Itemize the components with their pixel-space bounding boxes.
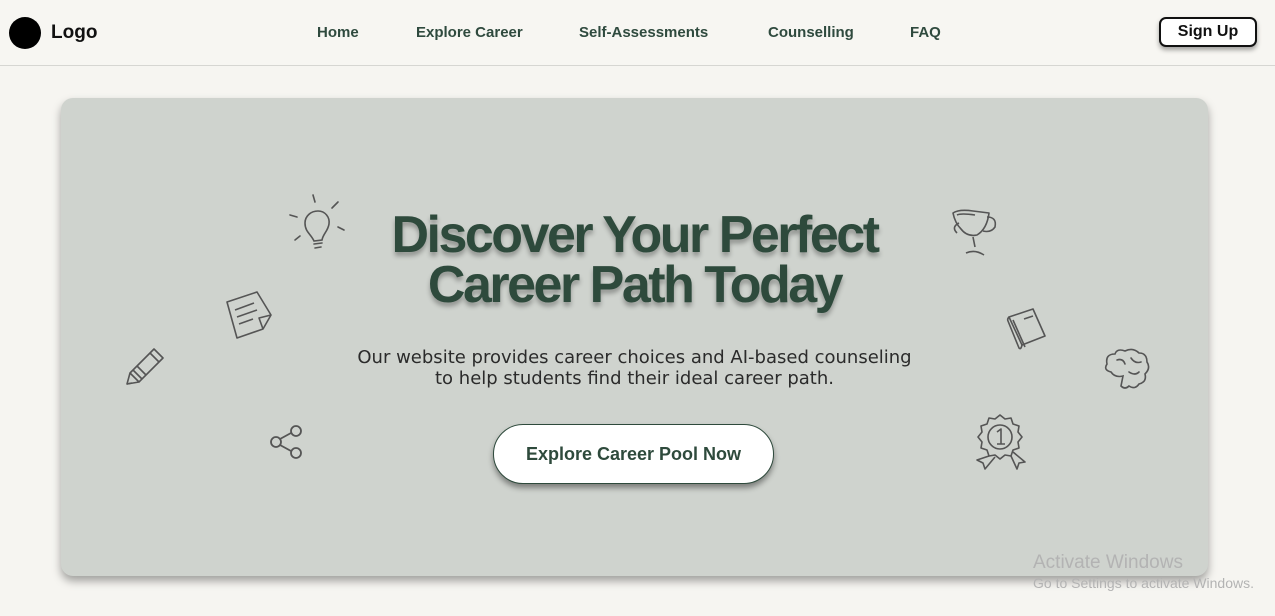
brain-icon <box>1101 346 1151 392</box>
logo-icon[interactable] <box>9 17 41 49</box>
lightbulb-icon <box>287 193 347 255</box>
logo-text[interactable]: Logo <box>51 22 97 44</box>
sign-up-button[interactable]: Sign Up <box>1159 17 1257 47</box>
nav-link-explore-career[interactable]: Explore Career <box>416 24 523 41</box>
hero-card: Discover Your Perfect Career Path Today … <box>61 98 1208 576</box>
trophy-icon <box>947 207 1003 261</box>
hero-subtitle: Our website provides career choices and … <box>61 347 1208 389</box>
pencil-icon <box>123 343 169 389</box>
explore-career-pool-button[interactable]: Explore Career Pool Now <box>493 424 774 484</box>
nav-link-self-assessments[interactable]: Self-Assessments <box>579 24 708 41</box>
watermark-title: Activate Windows <box>1033 552 1183 573</box>
hero-title-line1: Discover Your Perfect <box>391 206 880 264</box>
nav-link-home[interactable]: Home <box>317 24 359 41</box>
windows-activation-watermark: Activate Windows Go to Settings to activ… <box>1033 552 1254 592</box>
nav-link-faq[interactable]: FAQ <box>910 24 941 41</box>
hero-subtitle-line2: to help students find their ideal career… <box>435 368 834 389</box>
share-icon <box>268 423 306 461</box>
book-icon <box>1005 305 1049 351</box>
watermark-subtitle: Go to Settings to activate Windows. <box>1033 575 1254 591</box>
note-icon <box>222 288 274 342</box>
medal-icon <box>971 412 1027 472</box>
navbar: Logo Home Explore Career Self-Assessment… <box>0 0 1275 66</box>
nav-link-counselling[interactable]: Counselling <box>768 24 854 41</box>
